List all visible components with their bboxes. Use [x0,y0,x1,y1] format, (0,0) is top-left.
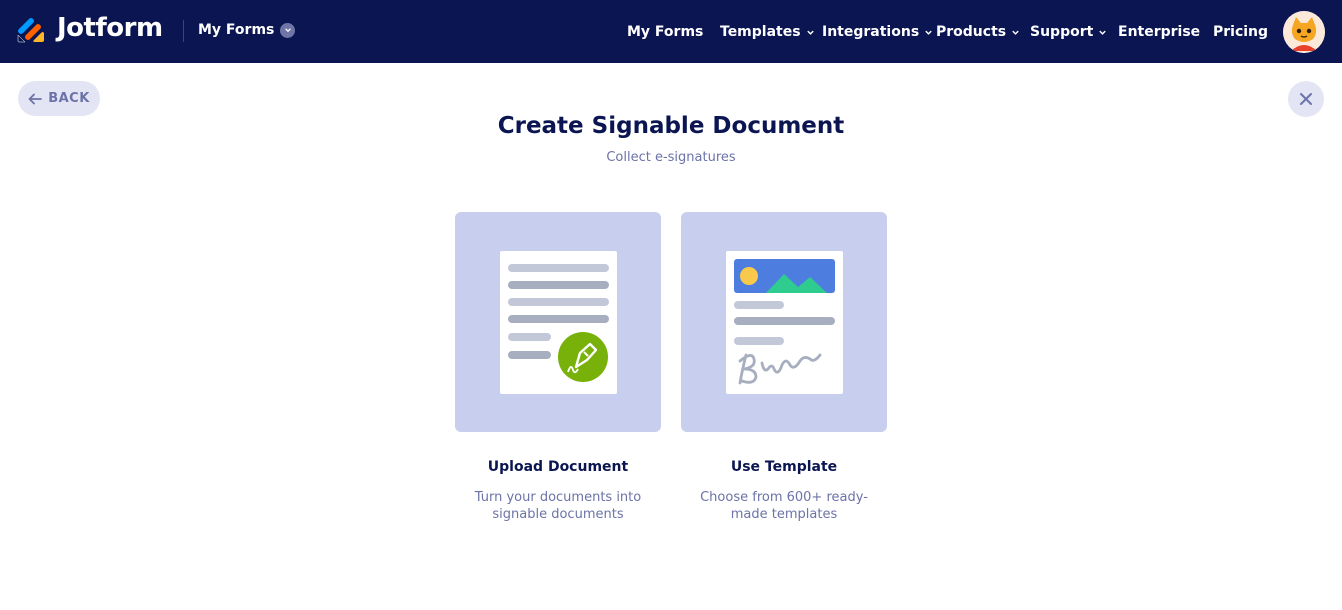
nav-products[interactable]: Products [936,22,1020,42]
nav-integrations-label: Integrations [822,24,920,40]
nav-support-label: Support [1030,24,1094,40]
user-avatar-icon[interactable] [1283,11,1325,53]
upload-document-option[interactable]: Upload Document Turn your documents into… [455,212,661,523]
nav-enterprise-label: Enterprise [1118,24,1201,40]
arrow-left-icon [28,93,43,104]
nav-templates-label: Templates [720,24,801,40]
close-icon [1300,93,1312,105]
use-template-title[interactable]: Use Template [681,459,887,475]
nav-products-label: Products [936,24,1007,40]
use-template-description: Choose from 600+ ready-made templates [700,490,868,522]
chevron-down-icon [280,22,296,38]
jotform-logo-icon[interactable] [17,15,45,43]
chevron-down-icon [1012,30,1019,35]
page-subtitle: Collect e-signatures [606,150,736,165]
use-template-option[interactable]: Use Template Choose from 600+ ready-made… [681,212,887,523]
chevron-down-icon [806,30,814,35]
chevron-down-icon [925,30,932,35]
nav-my-forms[interactable]: My Forms [627,22,703,42]
upload-document-description: Turn your documents into signable docume… [474,490,642,522]
nav-templates[interactable]: Templates [720,22,815,42]
back-button[interactable]: BACK [18,81,100,116]
nav-pricing-label: Pricing [1213,24,1269,40]
brand-name[interactable]: Jotform [57,13,163,43]
nav-enterprise[interactable]: Enterprise [1118,22,1200,42]
use-template-illustration[interactable] [681,212,887,432]
upload-document-illustration[interactable] [455,212,661,432]
top-navigation-bar: Jotform My Forms My Forms Templates Inte… [0,0,1342,63]
close-button[interactable] [1288,81,1324,117]
template-signature-icon [726,251,843,394]
chevron-down-icon [1099,30,1107,35]
nav-my-forms-label: My Forms [627,24,704,40]
my-forms-dropdown-label: My Forms [198,22,275,38]
nav-integrations[interactable]: Integrations [822,22,933,42]
nav-support[interactable]: Support [1030,22,1107,42]
header-divider [183,20,184,42]
my-forms-dropdown[interactable]: My Forms [198,22,296,38]
page-title: Create Signable Document [497,113,845,139]
upload-document-title[interactable]: Upload Document [455,459,661,475]
back-button-label: BACK [48,91,90,106]
nav-pricing[interactable]: Pricing [1213,22,1268,42]
document-signature-icon [500,251,617,394]
